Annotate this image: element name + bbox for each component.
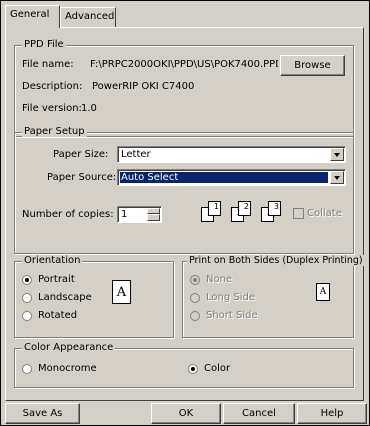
browse-button[interactable]: Browse bbox=[280, 55, 345, 76]
cancel-label: Cancel bbox=[242, 408, 276, 419]
orientation-preview-icon: A bbox=[112, 280, 131, 304]
file-name-value: F:\PRPC2000OKI\PPD\US\POK7400.PPD bbox=[90, 59, 278, 70]
tab-general[interactable]: General bbox=[5, 5, 60, 28]
copies-spinner[interactable]: 1 bbox=[117, 206, 162, 223]
landscape-label: Landscape bbox=[38, 292, 92, 303]
monochrome-label: Monocrome bbox=[38, 363, 97, 374]
ppd-file-title: PPD File bbox=[22, 39, 66, 50]
description-label: Description: bbox=[22, 81, 83, 92]
paper-size-select[interactable]: Letter bbox=[117, 146, 346, 163]
portrait-label: Portrait bbox=[38, 274, 75, 285]
copies-value: 1 bbox=[121, 209, 128, 220]
tab-advanced-label: Advanced bbox=[65, 11, 115, 22]
collate-checkbox[interactable] bbox=[293, 208, 304, 219]
rotated-label: Rotated bbox=[38, 310, 78, 321]
duplex-group: Print on Both Sides (Duplex Printing) No… bbox=[182, 255, 365, 338]
portrait-radio[interactable] bbox=[22, 275, 32, 285]
color-appearance-group: Color Appearance Monocrome Color bbox=[14, 342, 354, 388]
spin-down-button[interactable] bbox=[147, 214, 160, 221]
orientation-group: Orientation Portrait Landscape Rotated A bbox=[14, 255, 174, 338]
copy-page-2b: 2 bbox=[238, 201, 251, 216]
long-side-label: Long Side bbox=[206, 292, 256, 303]
save-as-button[interactable]: Save As bbox=[5, 403, 80, 424]
description-value: PowerRIP OKI C7400 bbox=[92, 81, 195, 92]
ppd-file-group: PPD File File name: F:\PRPC2000OKI\PPD\U… bbox=[14, 39, 354, 137]
copies-label: Number of copies: bbox=[22, 209, 114, 220]
chevron-down-icon bbox=[334, 176, 340, 180]
paper-size-dropdown-button[interactable] bbox=[330, 148, 344, 161]
short-side-label: Short Side bbox=[206, 310, 258, 321]
paper-size-label: Paper Size: bbox=[53, 149, 109, 160]
duplex-preview-icon: A bbox=[316, 283, 330, 301]
copy-page-1b: 1 bbox=[208, 201, 221, 216]
duplex-none-label: None bbox=[206, 274, 233, 285]
color-radio[interactable] bbox=[188, 364, 198, 374]
cancel-button[interactable]: Cancel bbox=[223, 403, 295, 424]
collate-label: Collate bbox=[307, 208, 342, 219]
collate-pages-icon: 1 1 2 2 3 3 bbox=[201, 201, 289, 225]
paper-source-label: Paper Source: bbox=[47, 172, 117, 183]
paper-setup-title: Paper Setup bbox=[22, 126, 87, 137]
paper-size-value: Letter bbox=[121, 149, 151, 160]
help-label: Help bbox=[320, 408, 344, 419]
color-label: Color bbox=[204, 363, 231, 374]
orientation-title: Orientation bbox=[22, 255, 83, 266]
duplex-none-radio[interactable] bbox=[190, 275, 200, 285]
duplex-title: Print on Both Sides (Duplex Printing) bbox=[187, 255, 365, 266]
paper-setup-group: Paper Setup Paper Size: Letter Paper Sou… bbox=[14, 126, 354, 254]
color-appearance-title: Color Appearance bbox=[22, 342, 116, 353]
paper-source-value: Auto Select bbox=[121, 172, 179, 183]
paper-source-dropdown-button[interactable] bbox=[330, 171, 344, 184]
long-side-radio[interactable] bbox=[190, 293, 200, 303]
landscape-radio[interactable] bbox=[22, 293, 32, 303]
ok-label: OK bbox=[178, 408, 194, 419]
print-options-dialog: General Advanced PPD File File name: F:\… bbox=[0, 0, 370, 426]
save-as-label: Save As bbox=[22, 408, 63, 419]
tab-general-label: General bbox=[10, 9, 50, 20]
ok-button[interactable]: OK bbox=[151, 403, 221, 424]
short-side-radio[interactable] bbox=[190, 311, 200, 321]
general-tab-panel: PPD File File name: F:\PRPC2000OKI\PPD\U… bbox=[5, 27, 365, 401]
copy-page-3b: 3 bbox=[268, 201, 281, 216]
file-version-label: File version: bbox=[22, 103, 82, 114]
paper-source-select[interactable]: Auto Select bbox=[117, 169, 346, 186]
browse-button-label: Browse bbox=[294, 60, 331, 71]
help-button[interactable]: Help bbox=[297, 403, 367, 424]
file-version-value: 1.0 bbox=[81, 103, 97, 114]
chevron-down-icon bbox=[334, 153, 340, 157]
rotated-radio[interactable] bbox=[22, 311, 32, 321]
file-name-label: File name: bbox=[22, 59, 74, 70]
tab-advanced[interactable]: Advanced bbox=[60, 7, 116, 27]
monochrome-radio[interactable] bbox=[22, 364, 32, 374]
